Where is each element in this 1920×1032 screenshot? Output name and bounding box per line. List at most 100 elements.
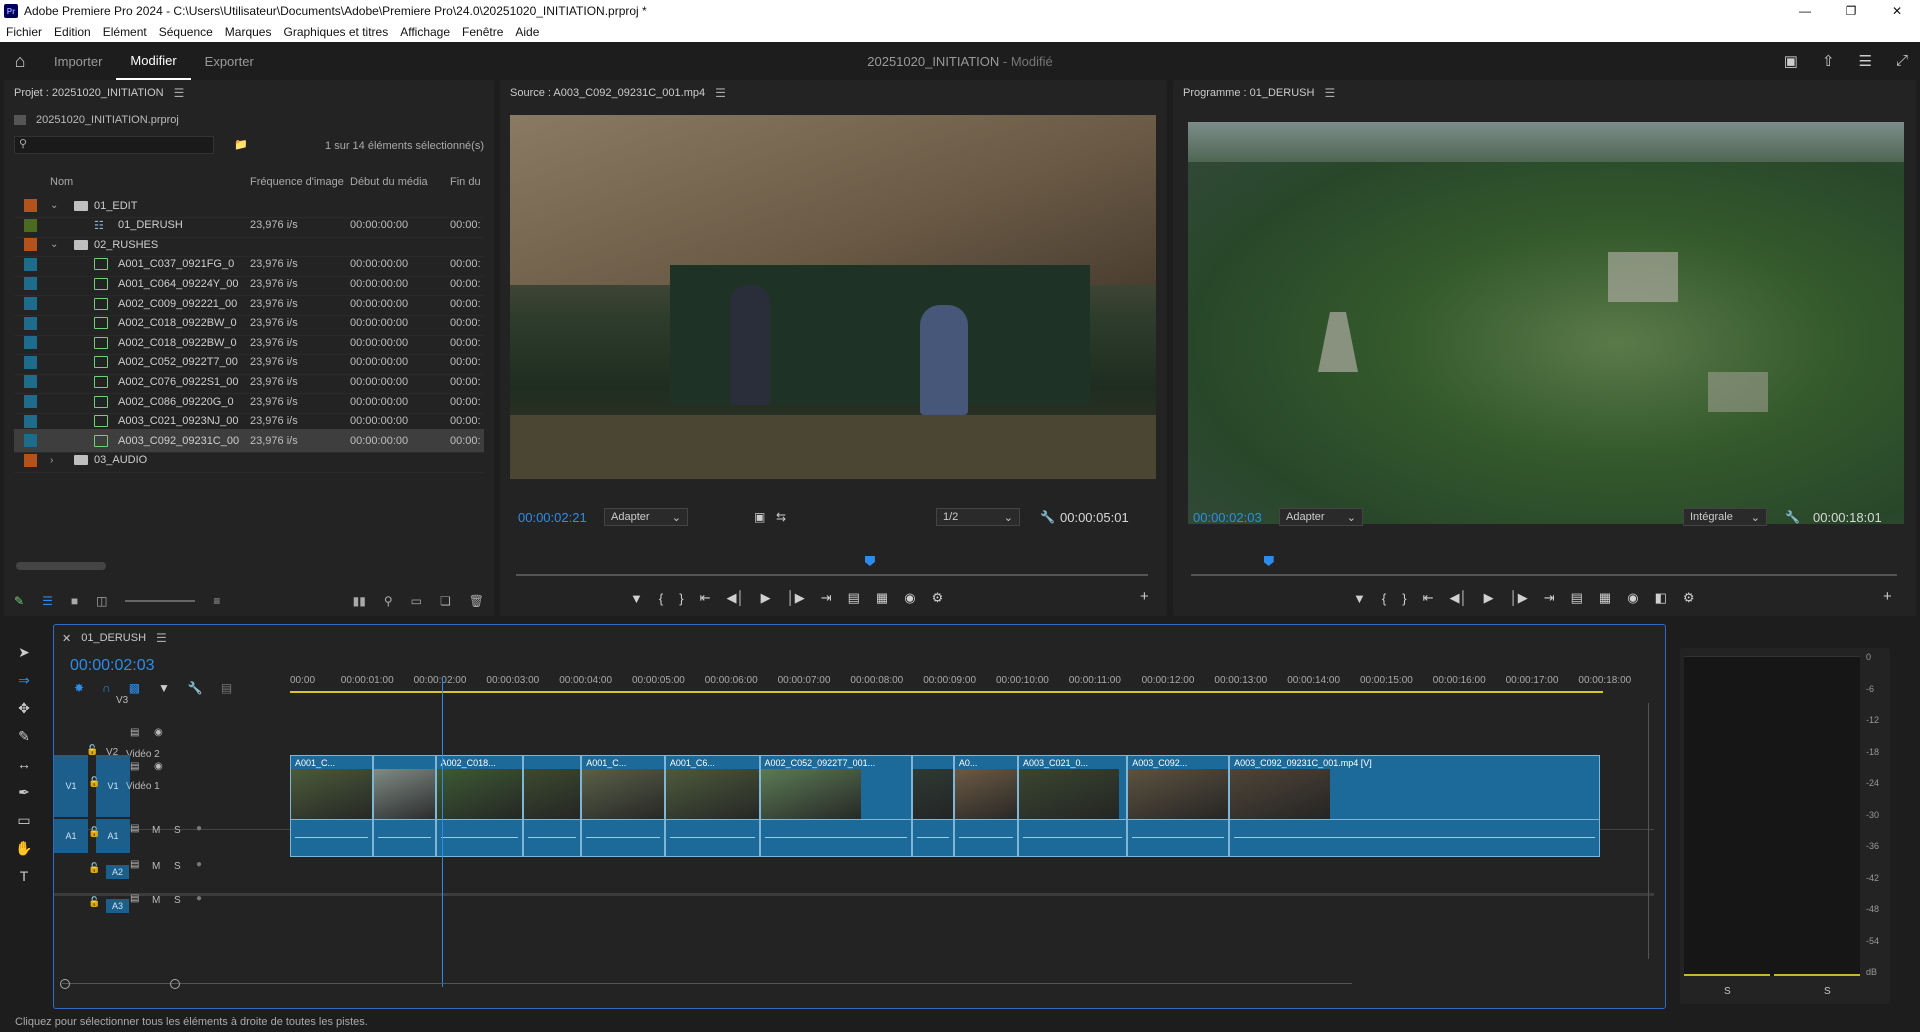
menu-fichier[interactable]: Fichier: [6, 25, 42, 39]
mark-out-icon[interactable]: }: [679, 591, 683, 606]
project-search-input[interactable]: ⚲: [14, 136, 214, 154]
selection-tool-icon[interactable]: ➤: [4, 638, 44, 666]
maximize-icon[interactable]: ❐: [1828, 0, 1874, 22]
label-color-swatch[interactable]: [24, 238, 37, 252]
menu-aide[interactable]: Aide: [515, 25, 539, 39]
sync-icon[interactable]: ▤: [130, 727, 139, 738]
audio-clip[interactable]: [372, 819, 436, 857]
audio-clip[interactable]: [522, 819, 582, 857]
audio-clip[interactable]: [435, 819, 523, 857]
audio-clip[interactable]: [290, 819, 373, 857]
video-clip[interactable]: A002_C052_0922T7_001...: [759, 755, 913, 827]
track-v3-label[interactable]: V3: [116, 695, 128, 706]
slip-tool-icon[interactable]: ↔: [4, 750, 44, 778]
extract-icon[interactable]: ▦: [1599, 590, 1611, 606]
sequence-tab[interactable]: 01_DERUSH: [81, 632, 146, 644]
step-back-icon[interactable]: ◀│: [726, 590, 744, 606]
label-color-swatch[interactable]: [24, 434, 37, 448]
audio-clip[interactable]: [1018, 819, 1128, 857]
mic-icon[interactable]: ●: [196, 893, 202, 904]
lock-icon[interactable]: 🔓: [88, 777, 100, 788]
minimize-icon[interactable]: —: [1782, 0, 1828, 22]
ripple-edit-tool-icon[interactable]: ✥: [4, 694, 44, 722]
mic-icon[interactable]: ●: [196, 823, 202, 834]
settings-wrench-icon[interactable]: 🔧: [1040, 510, 1055, 524]
panel-menu-icon[interactable]: ☰: [156, 631, 167, 645]
eye-icon[interactable]: ◉: [154, 761, 163, 772]
video-clip[interactable]: A001_C...: [581, 755, 665, 827]
add-button-icon[interactable]: +: [1883, 588, 1892, 605]
camera-icon[interactable]: ◉: [904, 590, 915, 606]
chevron-down-icon[interactable]: ⌄: [50, 239, 58, 250]
label-color-swatch[interactable]: [24, 218, 37, 232]
timeline-vscroll[interactable]: [1648, 703, 1649, 959]
audio-clip[interactable]: [1127, 819, 1230, 857]
freeform-view-icon[interactable]: ◫: [96, 594, 107, 608]
source-scrubber[interactable]: [516, 574, 1148, 576]
audio-clip[interactable]: [581, 819, 665, 857]
list-view-icon[interactable]: ☰: [42, 594, 53, 608]
mark-out-icon[interactable]: }: [1402, 591, 1406, 606]
new-bin-bottom-icon[interactable]: ▭: [411, 594, 422, 608]
export-frame-icon[interactable]: ▣: [754, 510, 765, 524]
mute-button[interactable]: M: [152, 895, 160, 906]
timeline-playhead[interactable]: [442, 677, 444, 987]
program-monitor-title[interactable]: Programme : 01_DERUSH: [1183, 87, 1314, 99]
track-target-a2[interactable]: A2: [106, 865, 130, 879]
audio-clip[interactable]: [1229, 819, 1601, 857]
label-color-swatch[interactable]: [24, 316, 37, 330]
scroll-handle-right[interactable]: [170, 979, 180, 989]
sync-icon[interactable]: ▤: [130, 823, 139, 834]
lift-icon[interactable]: ▤: [1571, 590, 1583, 606]
video-clip[interactable]: A0...: [953, 755, 1018, 827]
source-resolution-dropdown[interactable]: 1/2 ⌄: [936, 508, 1020, 526]
source-video-frame[interactable]: [510, 115, 1156, 479]
new-bin-icon[interactable]: 📁: [234, 138, 248, 151]
mic-icon[interactable]: ●: [196, 859, 202, 870]
scroll-handle-left[interactable]: [60, 979, 70, 989]
project-hscroll[interactable]: [16, 562, 106, 570]
solo-button[interactable]: S: [174, 861, 181, 872]
menu-graphiques[interactable]: Graphiques et titres: [283, 25, 388, 39]
find-icon[interactable]: ⚲: [384, 594, 393, 608]
add-marker-icon[interactable]: ▼: [630, 591, 643, 606]
sync-icon[interactable]: ▤: [130, 893, 139, 904]
settings-wrench-icon[interactable]: 🔧: [1785, 510, 1800, 524]
play-icon[interactable]: ▶: [761, 590, 771, 606]
lock-icon[interactable]: 🔓: [88, 827, 100, 838]
program-playhead[interactable]: [1263, 556, 1274, 566]
sync-icon[interactable]: ▤: [130, 761, 139, 772]
share-icon[interactable]: ⇧: [1822, 52, 1835, 70]
go-to-in-icon[interactable]: ⇤: [1423, 590, 1434, 606]
video-clip[interactable]: A003_C092...: [1127, 755, 1230, 827]
settings-icon[interactable]: ⚙: [932, 590, 944, 606]
step-forward-icon[interactable]: │▶: [1510, 590, 1528, 606]
overwrite-icon[interactable]: ▦: [876, 590, 888, 606]
label-color-swatch[interactable]: [24, 277, 37, 291]
timeline-hscroll[interactable]: [60, 979, 1352, 991]
settings-icon[interactable]: ⚙: [1683, 590, 1695, 606]
audio-clip[interactable]: [759, 819, 913, 857]
track-select-tool-icon[interactable]: ⇒: [4, 666, 44, 694]
new-item-icon[interactable]: ❏: [440, 594, 451, 608]
program-fit-dropdown[interactable]: Adapter ⌄: [1279, 508, 1363, 526]
add-button-icon[interactable]: +: [1140, 588, 1149, 605]
zoom-slider[interactable]: [125, 600, 196, 602]
tab-importer[interactable]: Importer: [40, 42, 116, 80]
label-color-swatch[interactable]: [24, 199, 37, 212]
panel-menu-icon[interactable]: ☰: [1324, 86, 1335, 100]
rectangle-tool-icon[interactable]: ▭: [4, 806, 44, 834]
label-color-swatch[interactable]: [24, 336, 37, 350]
type-tool-icon[interactable]: T: [4, 862, 44, 890]
solo-button[interactable]: S: [174, 895, 181, 906]
mark-in-icon[interactable]: {: [1382, 591, 1386, 606]
insert-overwrite-icon[interactable]: ⇆: [776, 510, 786, 524]
program-timecode[interactable]: 00:00:02:03: [1193, 510, 1262, 525]
col-fin[interactable]: Fin du: [450, 176, 481, 188]
close-icon[interactable]: ✕: [1874, 0, 1920, 22]
col-nom[interactable]: Nom: [50, 176, 73, 188]
tab-modifier[interactable]: Modifier: [116, 42, 191, 80]
home-icon[interactable]: ⌂: [0, 42, 40, 80]
sync-icon[interactable]: ▤: [130, 859, 139, 870]
pen-tool-icon[interactable]: ✒: [4, 778, 44, 806]
